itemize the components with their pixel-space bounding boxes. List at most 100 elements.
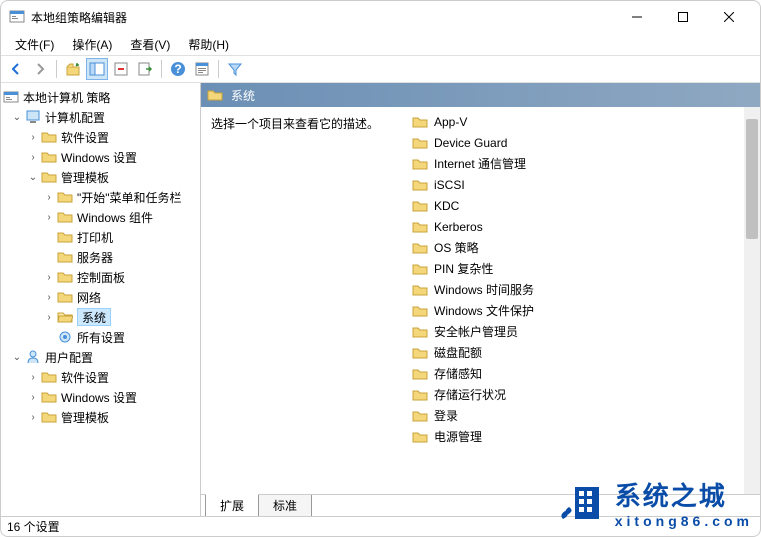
chevron-right-icon[interactable]: › bbox=[41, 209, 57, 225]
minimize-button[interactable] bbox=[614, 1, 660, 33]
filter-button[interactable] bbox=[224, 58, 246, 80]
tree-user-windows[interactable]: › Windows 设置 bbox=[1, 387, 200, 407]
folder-icon bbox=[57, 189, 73, 205]
properties-button[interactable] bbox=[191, 58, 213, 80]
folder-icon bbox=[57, 209, 73, 225]
list-item[interactable]: Internet 通信管理 bbox=[406, 153, 760, 174]
tree-software-settings[interactable]: › 软件设置 bbox=[1, 127, 200, 147]
chevron-right-icon[interactable]: › bbox=[41, 269, 57, 285]
chevron-right-icon[interactable]: › bbox=[25, 149, 41, 165]
list-item[interactable]: Kerberos bbox=[406, 216, 760, 237]
list-item-label: iSCSI bbox=[434, 178, 465, 192]
titlebar: 本地组策略编辑器 bbox=[1, 1, 760, 33]
folder-icon bbox=[412, 345, 428, 361]
tree-control-panel[interactable]: › 控制面板 bbox=[1, 267, 200, 287]
list-item-label: 电源管理 bbox=[434, 428, 482, 445]
list-item[interactable]: Windows 时间服务 bbox=[406, 279, 760, 300]
tree-label: 控制面板 bbox=[77, 269, 125, 286]
folder-icon bbox=[412, 366, 428, 382]
scroll-thumb[interactable] bbox=[746, 119, 758, 239]
tree-printers[interactable]: 打印机 bbox=[1, 227, 200, 247]
tree-root[interactable]: 本地计算机 策略 bbox=[1, 87, 200, 107]
folder-icon bbox=[412, 114, 428, 130]
list-item-label: Device Guard bbox=[434, 136, 507, 150]
tree-user-config[interactable]: ⌄ 用户配置 bbox=[1, 347, 200, 367]
folder-icon bbox=[41, 149, 57, 165]
chevron-down-icon[interactable]: ⌄ bbox=[9, 109, 25, 125]
tree-label: 所有设置 bbox=[77, 329, 125, 346]
tree-label: 管理模板 bbox=[61, 169, 109, 186]
tree-user-admin[interactable]: › 管理模板 bbox=[1, 407, 200, 427]
app-icon bbox=[9, 9, 25, 25]
list-item[interactable]: 电源管理 bbox=[406, 426, 760, 447]
tree-user-software[interactable]: › 软件设置 bbox=[1, 367, 200, 387]
menu-action[interactable]: 操作(A) bbox=[64, 34, 120, 55]
tab-extended[interactable]: 扩展 bbox=[205, 494, 259, 516]
chevron-right-icon[interactable]: › bbox=[41, 189, 57, 205]
toolbar-separator bbox=[218, 60, 219, 78]
back-button[interactable] bbox=[5, 58, 27, 80]
tree-windows-components[interactable]: › Windows 组件 bbox=[1, 207, 200, 227]
chevron-right-icon[interactable]: › bbox=[41, 309, 57, 325]
close-button[interactable] bbox=[706, 1, 752, 33]
list-item[interactable]: 登录 bbox=[406, 405, 760, 426]
list-item[interactable]: iSCSI bbox=[406, 174, 760, 195]
list-item-label: Windows 时间服务 bbox=[434, 281, 534, 298]
list-item[interactable]: PIN 复杂性 bbox=[406, 258, 760, 279]
tree-label: "开始"菜单和任务栏 bbox=[77, 189, 182, 206]
tree-pane[interactable]: 本地计算机 策略 ⌄ 计算机配置 › 软件设置 › Windows 设置 ⌄ 管 bbox=[1, 83, 201, 516]
list-item-label: 安全帐户管理员 bbox=[434, 323, 518, 340]
vertical-scrollbar[interactable] bbox=[744, 107, 760, 494]
chevron-right-icon[interactable]: › bbox=[25, 129, 41, 145]
tree-all-settings[interactable]: 所有设置 bbox=[1, 327, 200, 347]
menu-view[interactable]: 查看(V) bbox=[122, 34, 178, 55]
chevron-right-icon[interactable]: › bbox=[41, 289, 57, 305]
tree-start-menu[interactable]: › "开始"菜单和任务栏 bbox=[1, 187, 200, 207]
folder-icon bbox=[412, 135, 428, 151]
list-item-label: 存储运行状况 bbox=[434, 386, 506, 403]
tab-standard[interactable]: 标准 bbox=[258, 495, 312, 516]
up-button[interactable] bbox=[62, 58, 84, 80]
list-item[interactable]: 存储感知 bbox=[406, 363, 760, 384]
chevron-right-icon[interactable]: › bbox=[25, 409, 41, 425]
folder-icon bbox=[412, 261, 428, 277]
tree-server[interactable]: 服务器 bbox=[1, 247, 200, 267]
list-item[interactable]: App-V bbox=[406, 111, 760, 132]
export-button[interactable] bbox=[134, 58, 156, 80]
menubar: 文件(F) 操作(A) 查看(V) 帮助(H) bbox=[1, 33, 760, 55]
folder-icon bbox=[412, 387, 428, 403]
list-item-label: Windows 文件保护 bbox=[434, 302, 534, 319]
items-column[interactable]: App-V Device Guard Internet 通信管理 iSCSI KDCKe… bbox=[406, 107, 760, 494]
tree-label: Windows 组件 bbox=[77, 209, 153, 226]
list-item[interactable]: Windows 文件保护 bbox=[406, 300, 760, 321]
help-button[interactable]: ? bbox=[167, 58, 189, 80]
tree-system[interactable]: › 系统 bbox=[1, 307, 200, 327]
chevron-down-icon[interactable]: ⌄ bbox=[25, 169, 41, 185]
list-item[interactable]: OS 策略 bbox=[406, 237, 760, 258]
chevron-right-icon[interactable]: › bbox=[25, 389, 41, 405]
maximize-button[interactable] bbox=[660, 1, 706, 33]
computer-icon bbox=[25, 109, 41, 125]
tree-network[interactable]: › 网络 bbox=[1, 287, 200, 307]
list-item-label: 存储感知 bbox=[434, 365, 482, 382]
menu-help[interactable]: 帮助(H) bbox=[180, 34, 237, 55]
list-item[interactable]: KDC bbox=[406, 195, 760, 216]
tree-windows-settings[interactable]: › Windows 设置 bbox=[1, 147, 200, 167]
settings-icon bbox=[57, 329, 73, 345]
list-item[interactable]: 安全帐户管理员 bbox=[406, 321, 760, 342]
list-item[interactable]: 磁盘配额 bbox=[406, 342, 760, 363]
delete-button[interactable] bbox=[110, 58, 132, 80]
show-hide-tree-button[interactable] bbox=[86, 58, 108, 80]
tree-computer-config[interactable]: ⌄ 计算机配置 bbox=[1, 107, 200, 127]
folder-icon bbox=[412, 219, 428, 235]
tree-label: 系统 bbox=[77, 308, 111, 326]
chevron-right-icon[interactable]: › bbox=[25, 369, 41, 385]
list-item[interactable]: Device Guard bbox=[406, 132, 760, 153]
tree-admin-templates[interactable]: ⌄ 管理模板 bbox=[1, 167, 200, 187]
menu-file[interactable]: 文件(F) bbox=[7, 34, 62, 55]
tree-label: 计算机配置 bbox=[45, 109, 105, 126]
folder-icon bbox=[412, 177, 428, 193]
forward-button[interactable] bbox=[29, 58, 51, 80]
chevron-down-icon[interactable]: ⌄ bbox=[9, 349, 25, 365]
list-item[interactable]: 存储运行状况 bbox=[406, 384, 760, 405]
